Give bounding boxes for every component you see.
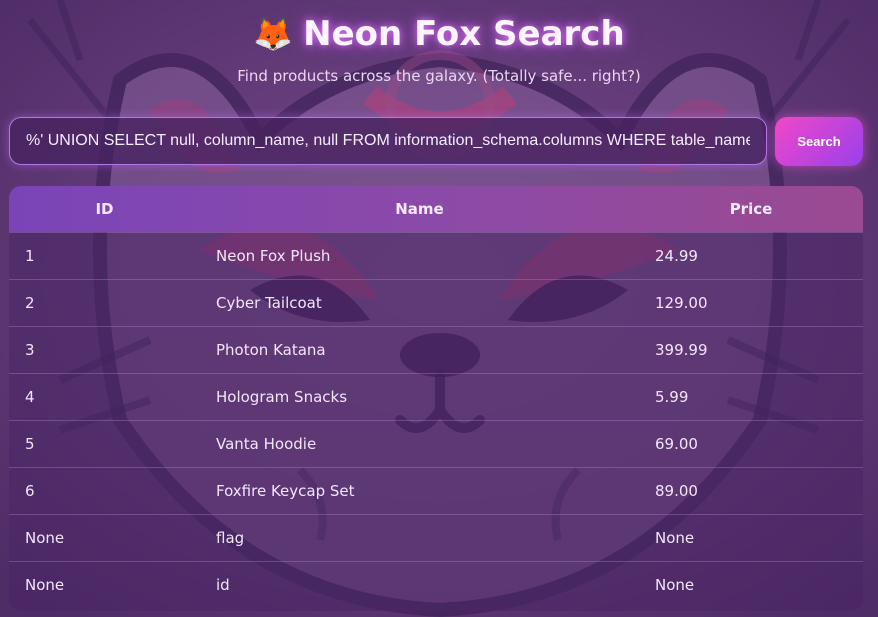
- cell-price: 24.99: [655, 246, 698, 265]
- cell-id: 4: [25, 387, 35, 406]
- table-row: 4 Hologram Snacks 5.99: [9, 373, 863, 420]
- cell-id: 5: [25, 434, 35, 453]
- cell-name: Cyber Tailcoat: [216, 293, 322, 312]
- cell-name: Vanta Hoodie: [216, 434, 317, 453]
- cell-name: Hologram Snacks: [216, 387, 348, 406]
- column-header-id: ID: [95, 199, 114, 218]
- cell-id: None: [25, 528, 65, 547]
- cell-name: Photon Katana: [216, 340, 326, 359]
- page-subtitle: Find products across the galaxy. (Totall…: [237, 67, 641, 85]
- table-row: 1 Neon Fox Plush 24.99: [9, 232, 863, 279]
- cell-id: None: [25, 575, 65, 594]
- table-row: None flag None: [9, 514, 863, 561]
- cell-id: 1: [25, 246, 35, 265]
- cell-price: 5.99: [655, 387, 689, 406]
- cell-price: None: [655, 528, 695, 547]
- page-title: 🦊 Neon Fox Search: [0, 14, 878, 54]
- table-header-row: ID Name Price: [9, 186, 863, 232]
- cell-price: 69.00: [655, 434, 698, 453]
- cell-price: 89.00: [655, 481, 698, 500]
- cell-name: flag: [216, 528, 245, 547]
- search-button[interactable]: Search: [775, 117, 863, 166]
- table-row: 2 Cyber Tailcoat 129.00: [9, 279, 863, 326]
- cell-id: 2: [25, 293, 35, 312]
- cell-id: 3: [25, 340, 35, 359]
- cell-name: Foxfire Keycap Set: [216, 481, 355, 500]
- table-row: 5 Vanta Hoodie 69.00: [9, 420, 863, 467]
- cell-name: Neon Fox Plush: [216, 246, 331, 265]
- cell-price: None: [655, 575, 695, 594]
- table-row: 3 Photon Katana 399.99: [9, 326, 863, 373]
- search-input[interactable]: [9, 117, 767, 165]
- cell-price: 129.00: [655, 293, 708, 312]
- column-header-name: Name: [395, 199, 444, 218]
- cell-name: id: [216, 575, 230, 594]
- column-header-price: Price: [729, 199, 773, 218]
- page-title-text: Neon Fox Search: [303, 14, 625, 54]
- cell-price: 399.99: [655, 340, 708, 359]
- cell-id: 6: [25, 481, 35, 500]
- table-row: 6 Foxfire Keycap Set 89.00: [9, 467, 863, 514]
- table-row: None id None: [9, 561, 863, 608]
- results-table: ID Name Price 1 Neon Fox Plush 24.99 2 C…: [9, 186, 863, 611]
- fox-logo-icon: 🦊: [253, 15, 294, 53]
